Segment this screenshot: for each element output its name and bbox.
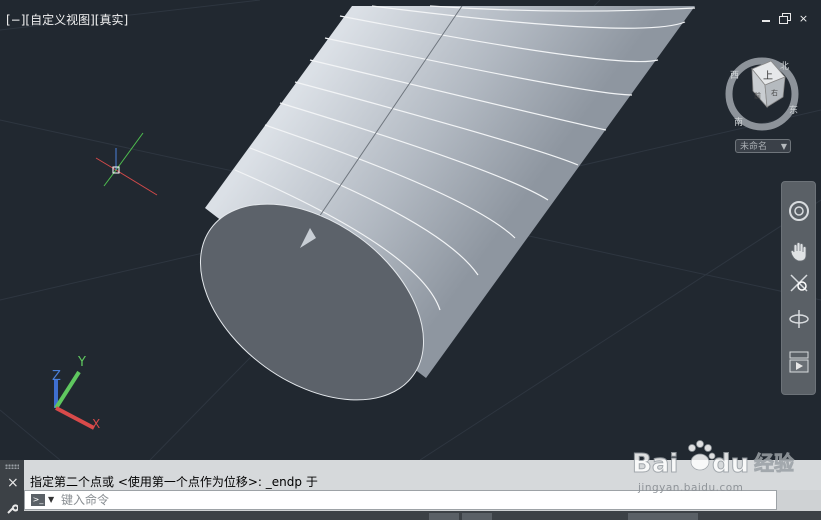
layout-tab[interactable] <box>462 513 492 520</box>
status-strip <box>24 511 821 520</box>
viewport-window-controls: × <box>760 13 809 24</box>
ucs-icon: Z Y X <box>52 355 100 431</box>
named-view-dropdown[interactable]: 未命名 ▼ <box>735 139 791 153</box>
watermark-url: jingyan.baidu.com <box>638 482 744 494</box>
named-view-label: 未命名 <box>740 142 768 152</box>
orbit-icon[interactable] <box>782 308 815 330</box>
svg-text:Y: Y <box>77 355 86 370</box>
compass-south: 南 <box>734 116 743 128</box>
viewcube[interactable]: 上 前 右 北 西 东 南 <box>723 55 801 133</box>
command-prompt-icon[interactable]: >_ <box>31 494 45 506</box>
chevron-down-icon[interactable]: ▼ <box>48 494 54 506</box>
steering-wheel-icon[interactable] <box>782 200 815 222</box>
wrench-icon[interactable] <box>6 500 19 519</box>
compass-east: 东 <box>789 104 798 116</box>
crosshair-cursor <box>95 132 158 196</box>
zoom-icon[interactable] <box>782 272 815 294</box>
compass-west: 西 <box>730 70 739 81</box>
layout-tab[interactable] <box>429 513 459 520</box>
layout-tab[interactable] <box>628 513 698 520</box>
viewcube-top-face: 上 <box>763 70 773 82</box>
viewport-controls-label[interactable]: [−][自定义视图][真实] <box>6 11 128 28</box>
svg-text:X: X <box>92 417 100 431</box>
minimize-icon[interactable] <box>760 13 771 24</box>
command-line-sidebar: × <box>0 460 24 520</box>
viewcube-right-face: 右 <box>771 88 778 97</box>
pan-icon[interactable] <box>782 240 815 262</box>
chevron-down-icon: ▼ <box>780 142 787 151</box>
navigation-bar <box>781 181 816 395</box>
close-icon[interactable]: × <box>798 13 809 24</box>
drawing-viewport[interactable]: Z Y X [−][自定义视图][真实] × 上 前 右 北 西 东 南 未命名… <box>0 0 821 460</box>
drag-grip-icon[interactable] <box>5 464 19 469</box>
restore-icon[interactable] <box>779 13 791 24</box>
command-input[interactable] <box>61 492 661 508</box>
command-line-close-button[interactable]: × <box>7 476 19 490</box>
command-history-text: 指定第二个点或 <使用第一个点作为位移>: _endp 于 <box>30 475 318 489</box>
showmotion-icon[interactable] <box>782 350 815 374</box>
compass-north: 北 <box>780 61 789 72</box>
viewcube-front-face: 前 <box>754 91 761 100</box>
model-scene[interactable]: Z Y X <box>0 0 821 460</box>
svg-text:Z: Z <box>52 369 61 384</box>
